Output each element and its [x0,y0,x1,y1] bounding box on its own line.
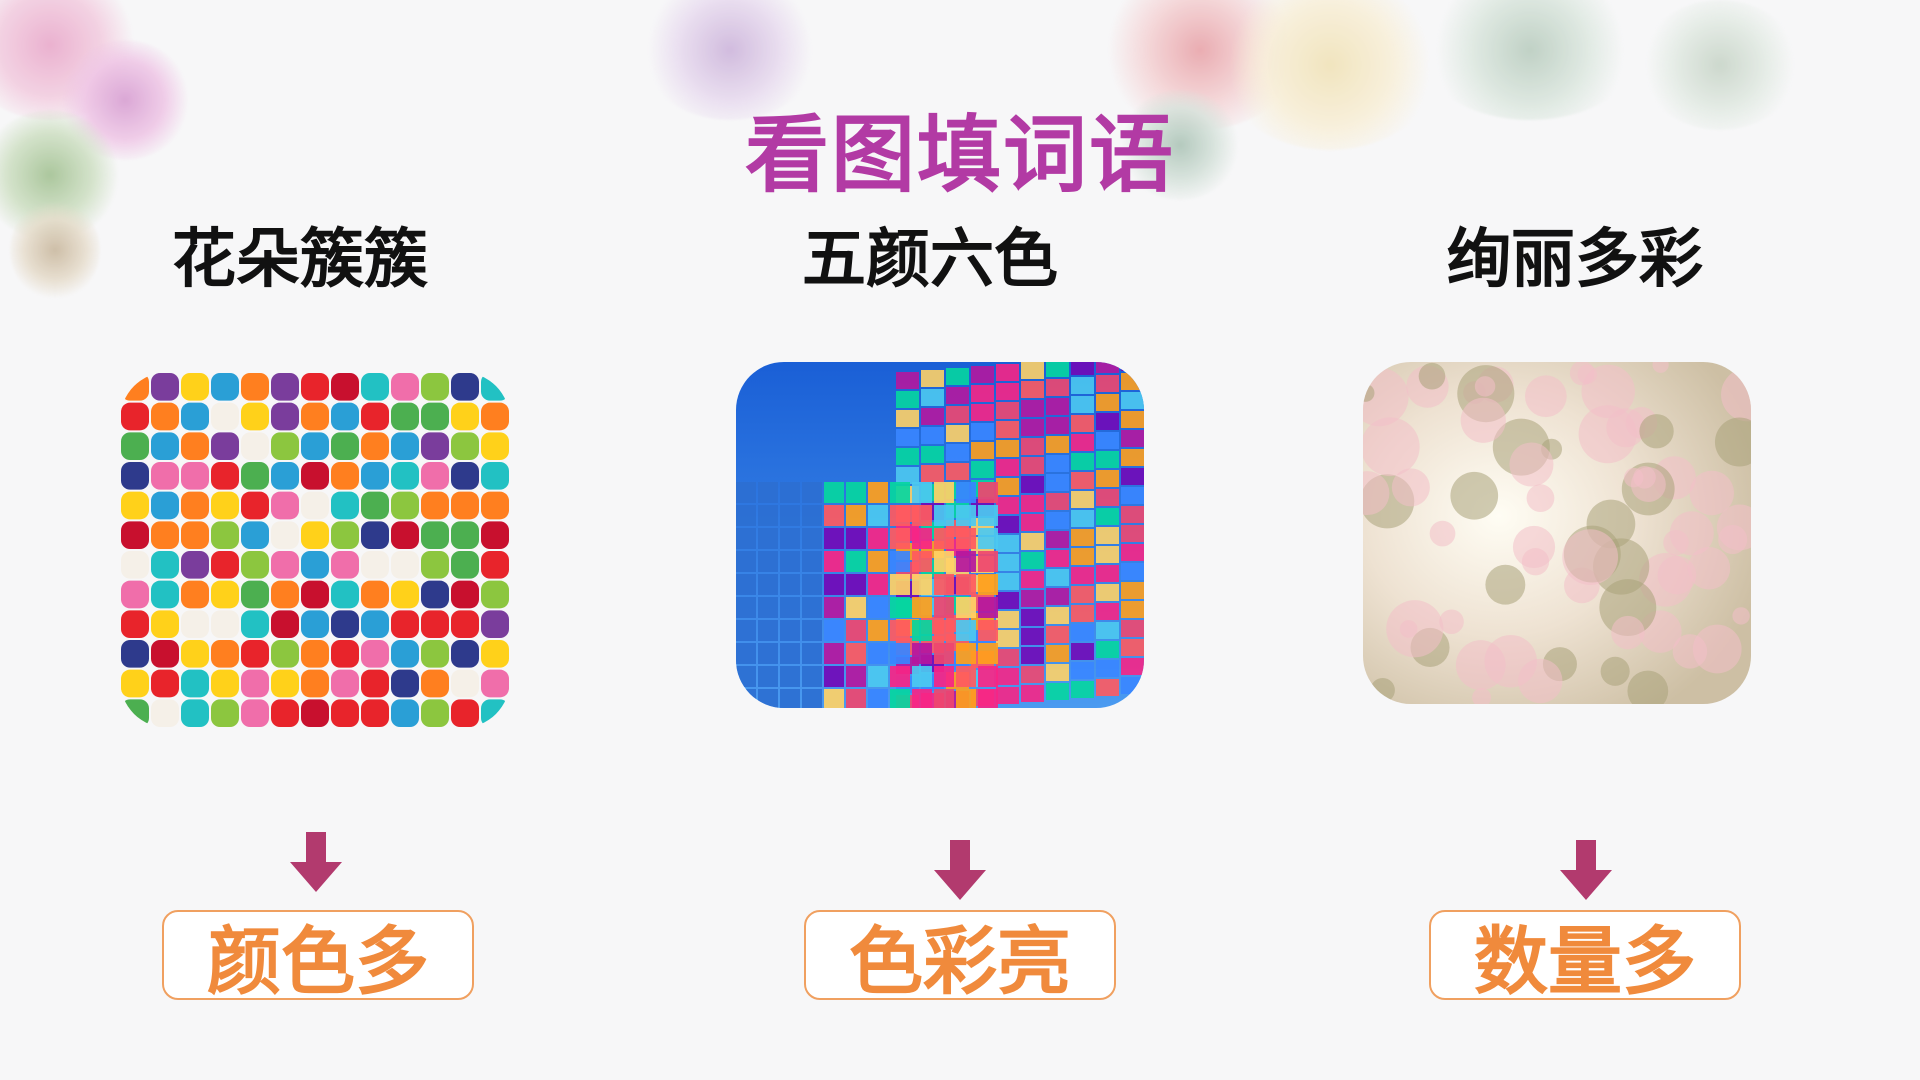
answer-box-2: 色彩亮 [804,910,1116,1005]
cherry-blossom-picture [1363,362,1751,704]
glass-building-image [736,362,1144,708]
slide: 看图填词语 花朵簇簇 五颜六色 绚丽多彩 颜色多 色彩亮 数量多 [0,0,1920,1080]
cherry-blossom-image [1363,362,1751,704]
answer-box-3: 数量多 [1429,910,1741,1005]
glass-building-picture [736,362,1144,708]
page-title: 看图填词语 [744,106,1175,204]
down-arrow-icon [290,832,342,892]
answer-text: 色彩亮 [849,918,1071,1005]
down-arrow-icon [934,840,986,900]
idiom-3: 绚丽多彩 [1447,223,1703,297]
felt-balls-picture [120,372,510,728]
idiom-2: 五颜六色 [802,223,1058,297]
answer-box-1: 颜色多 [162,910,474,1005]
answer-text: 数量多 [1474,918,1696,1005]
felt-balls-image [121,373,509,727]
idiom-1: 花朵簇簇 [172,223,428,297]
answer-text: 颜色多 [207,918,429,1005]
down-arrow-icon [1560,840,1612,900]
